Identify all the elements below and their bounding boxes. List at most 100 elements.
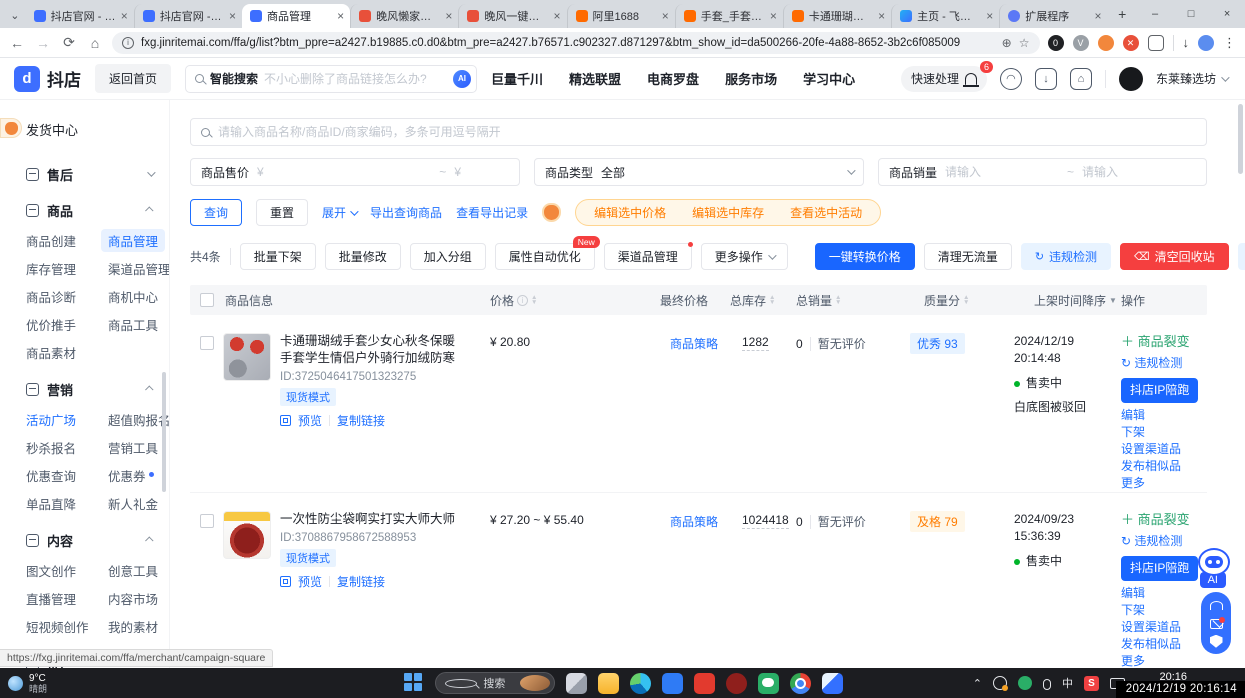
sort-desc-icon[interactable]: ▼ [1109,296,1117,305]
sort-icon[interactable]: ▲▼ [531,295,537,305]
sidebar-item-my-material[interactable]: 我的素材 [108,617,158,636]
sidebar-item-newbie-gift[interactable]: 新人礼金 [108,494,158,513]
product-title[interactable]: 一次性防尘袋啊实打实大师大师 [280,511,458,528]
sidebar-item-single-discount[interactable]: 单品直降 [26,494,76,513]
zoom-icon[interactable]: ⊕ [1002,36,1012,50]
query-button[interactable]: 查询 [190,199,242,226]
reset-button[interactable]: 重置 [256,199,308,226]
sidebar-item-article-create[interactable]: 图文创作 [26,561,76,580]
reload-icon[interactable]: ⟳ [60,34,78,51]
back-icon[interactable]: ← [8,35,26,51]
edit-link[interactable]: 编辑 [1121,407,1207,424]
product-split-link[interactable]: ＋ 商品裂变 [1121,333,1207,350]
browser-tab[interactable]: 阿里1688× [567,4,675,28]
sidebar-item-product-material[interactable]: 商品素材 [26,343,76,362]
sidebar-group-header-content[interactable]: 内容 [0,529,169,551]
publish-similar-link[interactable]: 发布相似品 [1121,636,1207,653]
auto-optimize-button[interactable]: 属性自动优化New [495,243,595,270]
sidebar-item-content-market[interactable]: 内容市场 [108,589,158,608]
edit-link[interactable]: 编辑 [1121,585,1207,602]
keyword-input[interactable] [218,125,1196,139]
browser-menu-icon[interactable]: ⋮ [1223,35,1237,51]
sidebar-item-channel-product[interactable]: 渠道品管理 [108,259,170,278]
close-button[interactable]: × [1209,8,1245,20]
export-products-button[interactable]: 导出查询商品 [370,204,442,221]
wps-icon[interactable] [662,673,683,694]
clear-no-traffic-button[interactable]: 清理无流量 [924,243,1012,270]
nav-qianchuan[interactable]: 巨量千川 [491,69,543,88]
sales-max-input[interactable] [1082,165,1122,179]
sidebar-item-marketing-tools[interactable]: 营销工具 [108,438,158,457]
shop-icon[interactable]: ⌂ [1070,68,1092,90]
site-info-icon[interactable]: i [122,37,134,49]
doudian-ip-button[interactable]: 抖店IP陪跑 [1121,556,1198,581]
tab-close-icon[interactable]: × [121,10,128,22]
sidebar-group-header-marketing[interactable]: 营销 [0,378,169,400]
tab-close-icon[interactable]: × [878,10,885,22]
sidebar-item-opportunity-center[interactable]: 商机中心 [108,287,158,306]
forward-icon[interactable]: → [34,35,52,51]
row-checkbox[interactable] [200,514,214,528]
batch-modify-button[interactable]: 批量修改 [325,243,401,270]
keyword-search-box[interactable] [190,118,1207,146]
sidebar-item-coupon-query[interactable]: 优惠查询 [26,466,76,485]
batch-edit-products-button[interactable]: ✎批量编辑商品 [1238,243,1245,270]
sort-icon[interactable]: ▲▼ [835,295,841,305]
expand-button[interactable]: 展开 [322,204,356,221]
product-title[interactable]: 卡通珊瑚绒手套少女心秋冬保暖手套学生情侣户外骑行加绒防寒手套 [280,333,458,367]
quick-process-button[interactable]: 快速处理 6 [901,66,987,92]
sort-icon[interactable]: ▲▼ [769,295,775,305]
sidebar-group-header-product[interactable]: 商品 [0,199,169,221]
browser-tab[interactable]: 抖店官网 - 抖音小× [134,4,242,28]
price-min-input[interactable] [272,165,312,179]
downloads-icon[interactable]: ↓ [1183,35,1190,50]
price-max-input[interactable] [469,165,509,179]
taskbar-weather[interactable]: 9°C 晴朗 [0,673,96,694]
v-extension-icon[interactable]: V [1073,35,1089,51]
fox-plugin-icon[interactable] [542,203,561,222]
feishu-icon[interactable] [822,673,843,694]
shop-avatar[interactable] [1119,67,1143,91]
sales-range-filter[interactable]: 商品销量 ~ [878,158,1207,186]
product-image[interactable] [223,333,271,381]
sidebar-item-video-create[interactable]: 短视频创作 [26,617,89,636]
browser-tab[interactable]: 卡通珊瑚绒手套少× [783,4,891,28]
new-tab-button[interactable]: + [1111,3,1133,25]
preview-link[interactable]: 预览 [298,573,322,590]
sales-min-input[interactable] [945,165,985,179]
shield-icon[interactable] [1210,635,1223,648]
tab-close-icon[interactable]: × [554,10,561,22]
qq-icon[interactable] [726,673,747,694]
offshelf-link[interactable]: 下架 [1121,424,1207,441]
sidebar-item-creative-tools[interactable]: 创意工具 [108,561,158,580]
sidebar-item-price-push[interactable]: 优价推手 [26,315,76,334]
message-icon[interactable] [1210,619,1223,629]
sidebar-item-seckill[interactable]: 秒杀报名 [26,438,76,457]
edit-selected-price-button[interactable]: 编辑选中价格 [594,204,666,221]
download-center-icon[interactable]: ↓ [1035,68,1057,90]
taskbar-search[interactable]: 搜索 [435,672,555,694]
product-type-filter[interactable]: 商品类型 全部 [534,158,864,186]
shop-name-menu[interactable]: 东莱臻选坊 [1156,70,1227,87]
nav-jingxuan[interactable]: 精选联盟 [569,69,621,88]
set-channel-link[interactable]: 设置渠道品 [1121,619,1207,636]
task-view-icon[interactable] [566,673,587,694]
publish-similar-link[interactable]: 发布相似品 [1121,458,1207,475]
bookmark-star-icon[interactable]: ☆ [1019,36,1030,50]
minimize-button[interactable]: – [1137,8,1173,20]
sidebar-group-header-aftersale[interactable]: 售后 [0,163,169,185]
tab-close-icon[interactable]: × [1094,10,1101,22]
info-icon[interactable]: i [517,295,528,306]
mail-app-icon[interactable] [694,673,715,694]
more-link[interactable]: 更多 [1121,653,1207,668]
sogou-input-icon[interactable]: S [1084,676,1099,691]
offshelf-link[interactable]: 下架 [1121,602,1207,619]
tray-expand-icon[interactable]: ⌃ [973,677,982,690]
headset-icon[interactable]: ◠ [1000,68,1022,90]
select-all-checkbox[interactable] [200,293,214,307]
browser-tab[interactable]: 晚风懒家上货× [350,4,458,28]
channel-mgmt-button[interactable]: 渠道品管理 [604,243,692,270]
qr-code-icon[interactable] [280,576,291,587]
sidebar-item-coupon[interactable]: 优惠券 [108,466,154,485]
more-link[interactable]: 更多 [1121,475,1207,492]
